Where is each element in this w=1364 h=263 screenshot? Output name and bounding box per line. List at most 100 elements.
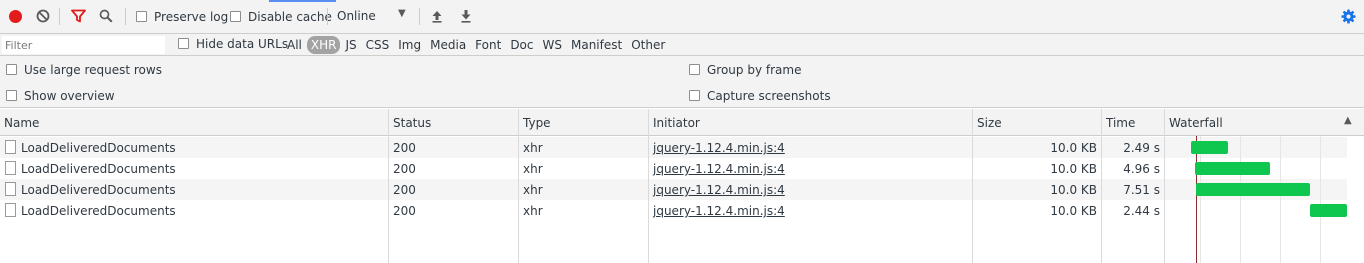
column-divider[interactable] <box>1164 109 1165 263</box>
disable-cache-label: Disable cache <box>248 10 332 24</box>
capture-screenshots-checkbox[interactable] <box>689 90 700 101</box>
request-size: 10.0 KB <box>1050 204 1097 218</box>
type-filter-js[interactable]: JS <box>341 36 360 54</box>
column-divider[interactable] <box>518 109 519 263</box>
filter-bar: Hide data URLs All XHR JS CSS Img Media … <box>0 34 1364 56</box>
column-header-initiator[interactable]: Initiator <box>653 116 700 130</box>
column-header-waterfall[interactable]: Waterfall <box>1169 116 1223 130</box>
type-filter-font[interactable]: Font <box>471 36 505 54</box>
import-har-button[interactable] <box>429 8 445 24</box>
request-type: xhr <box>523 162 543 176</box>
large-rows-checkbox[interactable] <box>6 64 17 75</box>
settings-button[interactable] <box>1340 8 1356 24</box>
request-time: 4.96 s <box>1123 162 1160 176</box>
waterfall-bar[interactable] <box>1191 141 1228 154</box>
disable-cache-checkbox[interactable] <box>230 11 241 22</box>
network-toolbar: Preserve log Disable cache Online ▼ <box>0 0 1364 34</box>
record-icon <box>8 9 22 23</box>
type-filter-media[interactable]: Media <box>426 36 470 54</box>
request-size: 10.0 KB <box>1050 162 1097 176</box>
type-filter-manifest[interactable]: Manifest <box>567 36 626 54</box>
search-icon <box>99 9 113 23</box>
filter-input[interactable] <box>2 36 165 54</box>
large-rows-label: Use large request rows <box>24 63 162 77</box>
waterfall-bar[interactable] <box>1195 162 1270 175</box>
request-initiator-link[interactable]: jquery-1.12.4.min.js:4 <box>653 183 785 197</box>
type-filter-doc[interactable]: Doc <box>506 36 537 54</box>
waterfall-gridline <box>1280 136 1281 263</box>
toolbar-divider <box>59 8 60 25</box>
column-header-name[interactable]: Name <box>4 116 39 130</box>
document-icon <box>5 161 16 175</box>
export-har-button[interactable] <box>458 8 474 24</box>
gear-icon <box>1340 8 1356 24</box>
request-name: LoadDeliveredDocuments <box>21 183 176 197</box>
resource-type-filters: All XHR JS CSS Img Media Font Doc WS Man… <box>283 35 670 55</box>
waterfall-gridline <box>1200 136 1201 263</box>
type-filter-all[interactable]: All <box>283 36 306 54</box>
table-row[interactable]: LoadDeliveredDocuments 200 xhr jquery-1.… <box>0 200 1164 221</box>
table-row[interactable]: LoadDeliveredDocuments 200 xhr jquery-1.… <box>0 137 1164 158</box>
request-type: xhr <box>523 204 543 218</box>
load-event-line <box>1196 136 1197 263</box>
show-overview-checkbox[interactable] <box>6 90 17 101</box>
request-time: 2.49 s <box>1123 141 1160 155</box>
throttling-value: Online <box>337 9 376 23</box>
toolbar-divider <box>327 8 328 25</box>
column-header-size[interactable]: Size <box>977 116 1002 130</box>
type-filter-css[interactable]: CSS <box>362 36 394 54</box>
request-size: 10.0 KB <box>1050 183 1097 197</box>
waterfall-gridline <box>1240 136 1241 263</box>
type-filter-ws[interactable]: WS <box>539 36 566 54</box>
request-time: 7.51 s <box>1123 183 1160 197</box>
request-status: 200 <box>393 204 416 218</box>
table-header: Name Status Type Initiator Size Time Wat… <box>0 109 1364 136</box>
clear-icon <box>36 9 50 23</box>
capture-screenshots-label: Capture screenshots <box>707 89 831 103</box>
column-header-type[interactable]: Type <box>523 116 551 130</box>
preserve-log-checkbox[interactable] <box>136 11 147 22</box>
requests-table: Name Status Type Initiator Size Time Wat… <box>0 109 1364 263</box>
request-status: 200 <box>393 162 416 176</box>
clear-button[interactable] <box>35 8 51 24</box>
request-name: LoadDeliveredDocuments <box>21 141 176 155</box>
type-filter-img[interactable]: Img <box>394 36 425 54</box>
waterfall-gridline <box>1320 136 1321 263</box>
column-header-status[interactable]: Status <box>393 116 431 130</box>
active-panel-indicator <box>269 0 336 2</box>
column-header-time[interactable]: Time <box>1106 116 1135 130</box>
column-divider[interactable] <box>388 109 389 263</box>
request-initiator-link[interactable]: jquery-1.12.4.min.js:4 <box>653 162 785 176</box>
request-status: 200 <box>393 183 416 197</box>
filter-button[interactable] <box>70 8 86 24</box>
column-divider[interactable] <box>972 109 973 263</box>
document-icon <box>5 182 16 196</box>
waterfall-bar[interactable] <box>1196 183 1310 196</box>
chevron-down-icon: ▼ <box>398 8 406 19</box>
type-filter-xhr[interactable]: XHR <box>306 36 341 54</box>
request-size: 10.0 KB <box>1050 141 1097 155</box>
request-name: LoadDeliveredDocuments <box>21 162 176 176</box>
network-settings-pane: Use large request rows Show overview Gro… <box>0 56 1364 108</box>
sort-ascending-icon: ▲ <box>1344 115 1352 126</box>
export-har-icon <box>461 10 471 23</box>
column-divider[interactable] <box>648 109 649 263</box>
table-row[interactable]: LoadDeliveredDocuments 200 xhr jquery-1.… <box>0 158 1164 179</box>
request-status: 200 <box>393 141 416 155</box>
hide-data-urls-label: Hide data URLs <box>196 37 289 51</box>
column-divider[interactable] <box>1101 109 1102 263</box>
request-name: LoadDeliveredDocuments <box>21 204 176 218</box>
type-filter-other[interactable]: Other <box>627 36 669 54</box>
hide-data-urls-checkbox[interactable] <box>178 38 189 49</box>
waterfall-bar[interactable] <box>1310 204 1347 217</box>
record-button[interactable] <box>7 8 23 24</box>
document-icon <box>5 140 16 154</box>
request-initiator-link[interactable]: jquery-1.12.4.min.js:4 <box>653 141 785 155</box>
show-overview-label: Show overview <box>24 89 115 103</box>
group-by-frame-checkbox[interactable] <box>689 64 700 75</box>
search-button[interactable] <box>98 8 114 24</box>
table-row[interactable]: LoadDeliveredDocuments 200 xhr jquery-1.… <box>0 179 1164 200</box>
group-by-frame-label: Group by frame <box>707 63 802 77</box>
request-initiator-link[interactable]: jquery-1.12.4.min.js:4 <box>653 204 785 218</box>
preserve-log-label: Preserve log <box>154 10 229 24</box>
